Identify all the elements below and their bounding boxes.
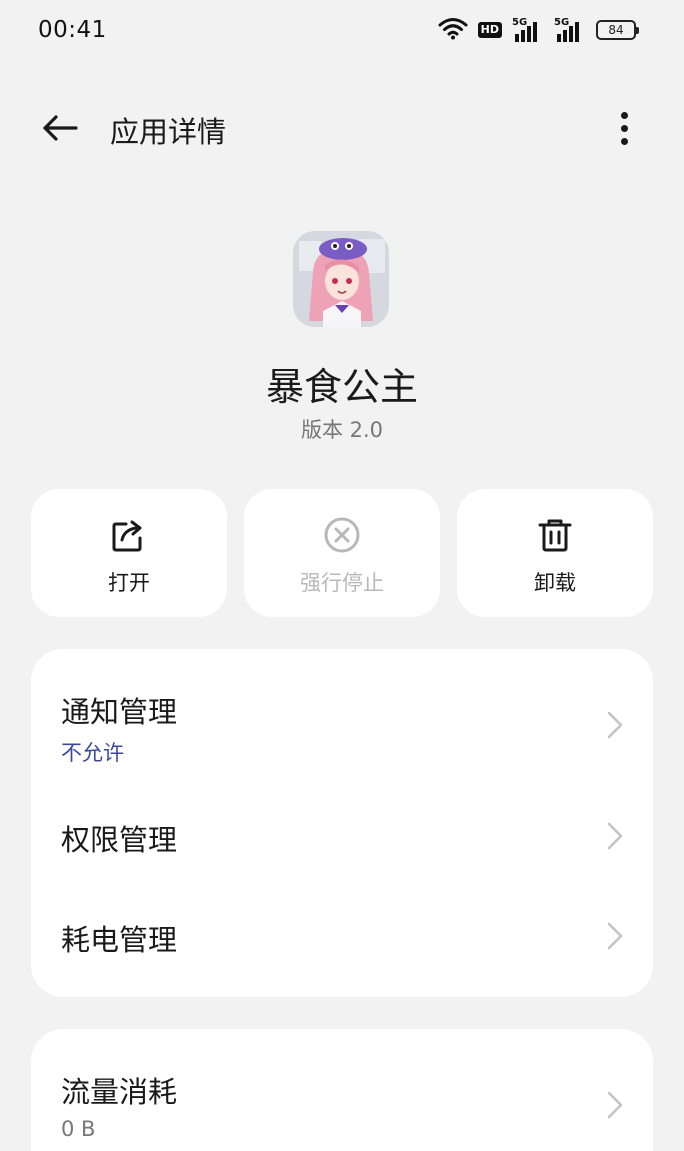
data-usage-title: 流量消耗 [61,1075,178,1109]
notification-status: 不允许 [61,741,124,765]
chevron-right-icon [607,922,623,950]
app-name: 暴食公主 [265,365,418,409]
permission-management-title: 权限管理 [61,823,178,857]
settings-card: 通知管理 不允许 权限管理 耗电管理 [31,649,653,997]
battery-level: 84 [608,23,624,37]
battery-management-title: 耗电管理 [61,923,178,957]
hd-voice-icon: HD [477,22,502,38]
notification-management-title: 通知管理 [61,695,178,729]
battery-icon: 84 [596,20,639,40]
status-time: 00:41 [38,17,107,43]
page-title: 应用详情 [110,115,227,149]
notification-management-row[interactable]: 通知管理 不允许 [31,649,653,797]
back-button[interactable] [36,106,84,150]
more-dot [620,124,628,132]
battery-management-row[interactable]: 耗电管理 [31,897,653,997]
chevron-right-icon [607,1091,623,1119]
open-label: 打开 [108,571,150,595]
uninstall-label: 卸载 [534,571,576,595]
data-usage-value: 0 B [61,1117,96,1141]
arrow-left-icon [43,115,78,141]
app-details-screen: 00:41 HD 5G 5G 84 应用详情 暴食公主 版本 2.0 打开 强行… [0,0,684,1151]
open-button[interactable]: 打开 [31,489,227,617]
more-options-button[interactable] [604,106,644,150]
app-icon-artwork [293,231,389,327]
cellular-signal-icon: 5G [512,17,544,42]
wifi-icon [438,16,468,44]
more-dot [620,111,628,119]
force-stop-label: 强行停止 [300,571,384,595]
app-icon [293,231,389,327]
status-bar: 00:41 HD 5G 5G 84 [0,0,684,60]
trash-icon [535,515,575,555]
close-circle-icon [322,515,362,555]
chevron-right-icon [607,711,623,739]
data-usage-row[interactable]: 流量消耗 0 B [31,1029,653,1151]
cellular-signal-icon-2: 5G [554,17,586,42]
chevron-right-icon [607,822,623,850]
data-usage-card: 流量消耗 0 B [31,1029,653,1151]
header: 应用详情 [0,92,684,164]
share-open-icon [109,515,149,555]
force-stop-button[interactable]: 强行停止 [244,489,440,617]
app-version: 版本 2.0 [300,418,384,442]
uninstall-button[interactable]: 卸载 [457,489,653,617]
more-dot [620,137,628,145]
permission-management-row[interactable]: 权限管理 [31,797,653,897]
status-icons: HD 5G 5G 84 [438,16,639,44]
